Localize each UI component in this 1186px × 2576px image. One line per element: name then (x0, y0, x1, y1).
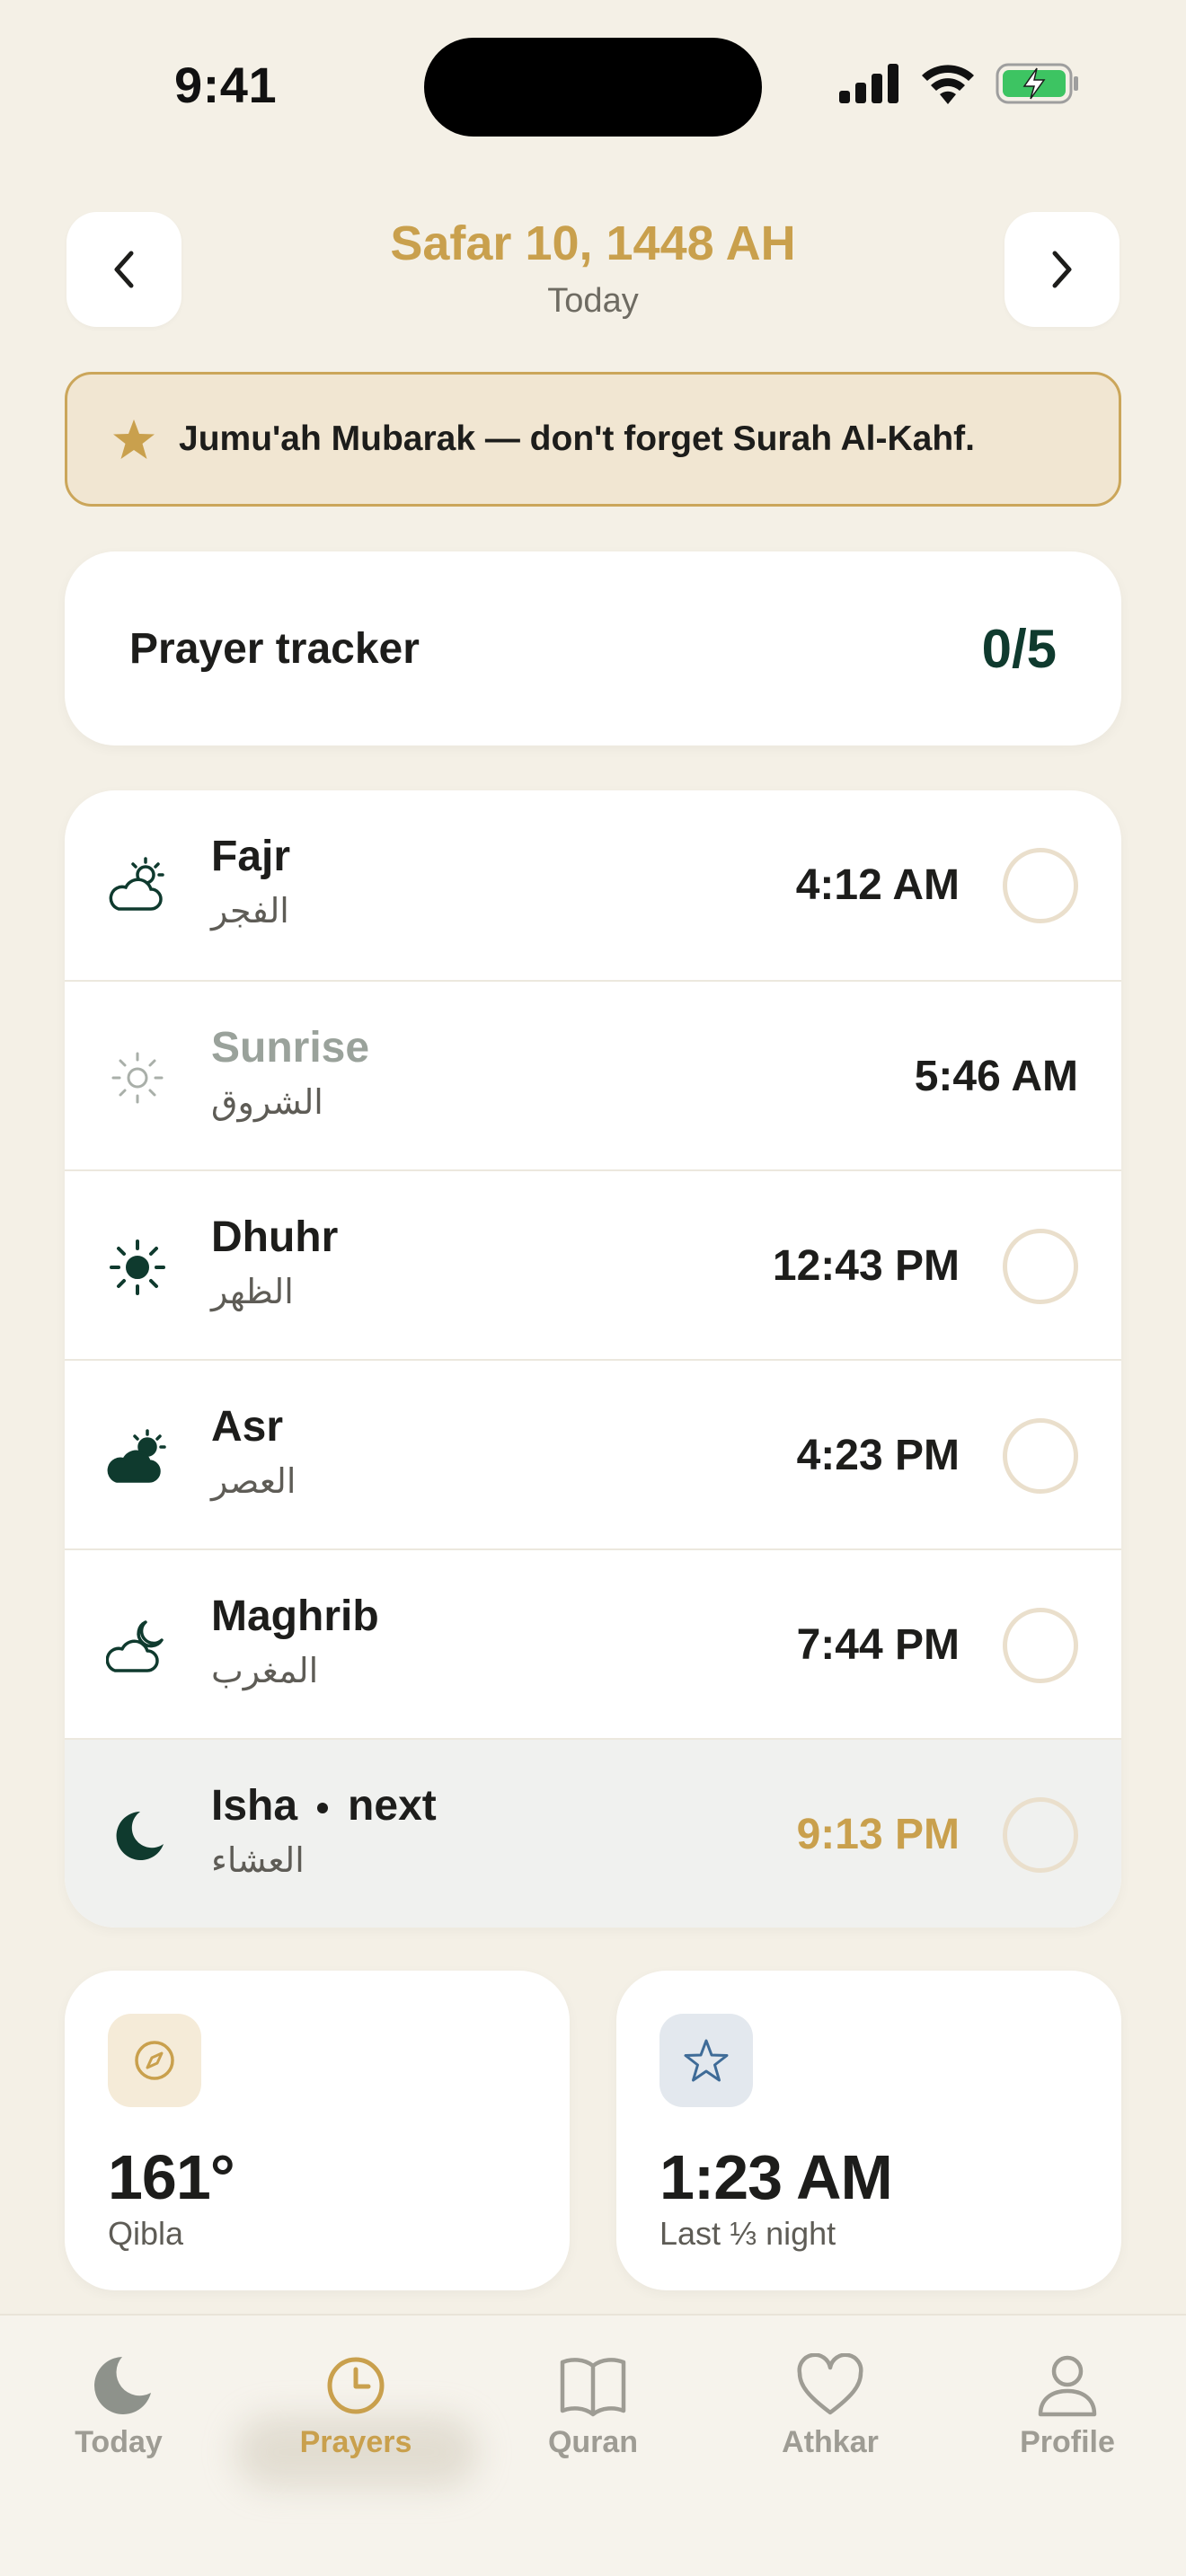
prayer-arabic-name: العصر (211, 1461, 296, 1501)
prayer-time: 4:23 PM (796, 1432, 960, 1479)
star-outline-icon (684, 2039, 729, 2082)
clock-icon (327, 2357, 385, 2414)
prayer-arabic-name: الشروق (211, 1082, 323, 1122)
battery-charging-icon (996, 63, 1078, 104)
dhuhr-check-toggle[interactable] (1003, 1229, 1078, 1304)
star-icon (113, 419, 155, 459)
prayer-name: Maghrib (211, 1592, 379, 1640)
fajr-check-toggle[interactable] (1003, 848, 1078, 923)
book-icon (560, 2358, 626, 2417)
heart-icon (797, 2353, 863, 2415)
tab-today[interactable]: Today (29, 2353, 208, 2460)
separator-dot (317, 1803, 329, 1814)
status-icons (839, 63, 1080, 104)
prayer-time: 9:13 PM (796, 1811, 960, 1858)
prayer-name: Asr (211, 1403, 284, 1451)
chevron-right-icon (1052, 251, 1072, 288)
tab-label: Quran (547, 2425, 639, 2459)
sun-outline-icon (111, 1052, 164, 1104)
tab-label: Prayers (299, 2425, 412, 2459)
wifi-icon (922, 65, 974, 104)
prayer-time: 5:46 AM (914, 1053, 1078, 1100)
prayer-name: Sunrise (211, 1024, 370, 1072)
tab-prayers[interactable]: Prayers (266, 2353, 446, 2460)
prayer-time: 12:43 PM (772, 1242, 960, 1290)
prayer-row-maghrib[interactable]: Maghrib المغرب 7:44 PM (65, 1548, 1121, 1738)
compass-icon (135, 2041, 174, 2080)
prayer-row-sunrise: Sunrise الشروق 5:46 AM (65, 980, 1121, 1169)
night-icon-badge (659, 2014, 753, 2107)
prayer-tracker-card[interactable]: Prayer tracker 0/5 (65, 551, 1121, 745)
sun-icon (110, 1239, 165, 1295)
tab-label: Athkar (782, 2425, 879, 2459)
prayer-row-asr[interactable]: Asr العصر 4:23 PM (65, 1359, 1121, 1548)
qibla-card[interactable]: 161° Qibla (65, 1971, 570, 2290)
prayer-arabic-name: العشاء (211, 1840, 305, 1880)
isha-check-toggle[interactable] (1003, 1797, 1078, 1873)
next-prayer-label: next (348, 1782, 437, 1830)
prayer-time: 7:44 PM (796, 1621, 960, 1669)
tracker-label: Prayer tracker (129, 624, 420, 673)
tab-profile[interactable]: Profile (978, 2353, 1157, 2460)
jumuah-banner[interactable]: Jumu'ah Mubarak — don't forget Surah Al-… (65, 372, 1121, 507)
qibla-value: 161° (108, 2142, 235, 2212)
cloud-sun-filled-icon (107, 1429, 166, 1483)
moon-icon (94, 2357, 151, 2414)
tracker-count: 0/5 (981, 618, 1057, 679)
prayer-row-fajr[interactable]: Fajr الفجر 4:12 AM (65, 790, 1121, 980)
prayer-time: 4:12 AM (795, 861, 960, 909)
tab-athkar[interactable]: Athkar (740, 2353, 920, 2460)
tab-label: Today (75, 2425, 163, 2459)
person-icon (1038, 2355, 1097, 2417)
cloud-sun-icon (109, 857, 164, 911)
maghrib-check-toggle[interactable] (1003, 1608, 1078, 1683)
moon-icon (116, 1812, 164, 1860)
tab-quran[interactable]: Quran (503, 2353, 683, 2460)
last-third-night-card[interactable]: 1:23 AM Last ⅓ night (616, 1971, 1121, 2290)
prayer-list: Fajr الفجر 4:12 AM Sunrise الشروق 5:46 A… (65, 790, 1121, 1928)
prayer-arabic-name: المغرب (211, 1651, 319, 1690)
banner-text: Jumu'ah Mubarak — don't forget Surah Al-… (179, 419, 975, 458)
prayer-name: Isha (211, 1782, 298, 1830)
dynamic-island (424, 38, 762, 137)
prayer-row-isha[interactable]: Isha next العشاء 9:13 PM (65, 1738, 1121, 1928)
night-value: 1:23 AM (659, 2142, 893, 2212)
signal-icon (839, 64, 898, 103)
prayer-arabic-name: الظهر (211, 1272, 294, 1311)
prayer-name-with-next: Isha next (211, 1781, 437, 1831)
qibla-icon-badge (108, 2014, 201, 2107)
prayer-row-dhuhr[interactable]: Dhuhr الظهر 12:43 PM (65, 1169, 1121, 1359)
next-day-button[interactable] (1005, 212, 1120, 327)
qibla-label: Qibla (108, 2215, 184, 2252)
status-time: 9:41 (174, 57, 278, 113)
tab-label: Profile (1020, 2425, 1115, 2459)
cloud-moon-icon (106, 1620, 164, 1672)
prayer-name: Fajr (211, 833, 291, 880)
asr-check-toggle[interactable] (1003, 1418, 1078, 1494)
night-label: Last ⅓ night (659, 2215, 836, 2252)
prayer-name: Dhuhr (211, 1213, 339, 1261)
prayers-screen: 9:41 Safar 10, 1448 AH Today Jumu'ah Mub… (0, 0, 1186, 2576)
tab-bar: Today Prayers Quran Athkar Profile (0, 2314, 1186, 2576)
prayer-arabic-name: الفجر (211, 891, 289, 931)
